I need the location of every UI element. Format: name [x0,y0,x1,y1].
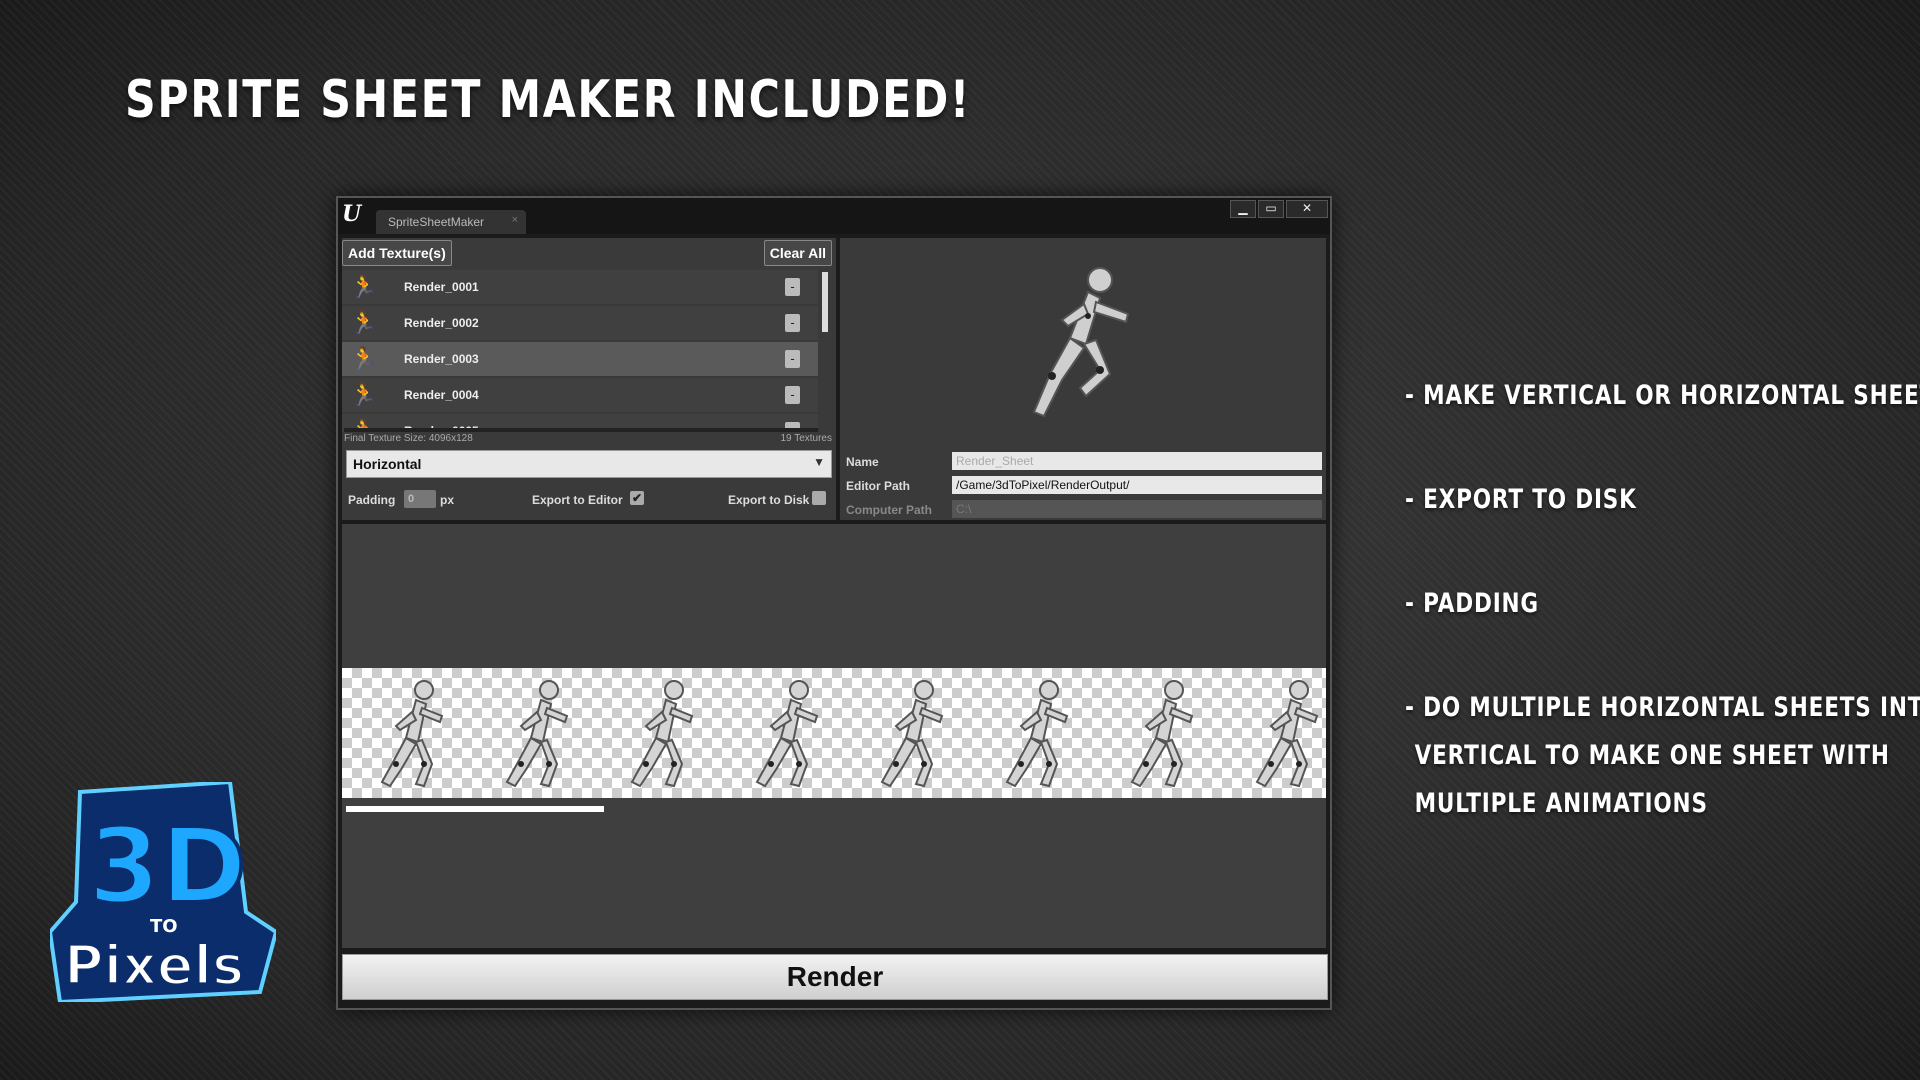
sprite-frame [881,680,943,787]
feature-list: - Make vertical or horizontal sheet - Ex… [1405,372,1920,884]
close-icon[interactable]: × [512,214,518,226]
sprite-sheet-maker-window: U SpriteSheetMaker × ▁ ▭ ✕ Add Texture(s… [336,196,1332,1010]
list-divider [344,428,818,432]
runner-thumbnail-icon: 🏃 [350,310,378,335]
sprite-frame [1131,680,1193,787]
feature-text: - Export to disk [1405,484,1637,515]
runner-thumbnail-icon: 🏃 [350,346,378,371]
feature-item: - Make vertical or horizontal sheet [1405,372,1920,420]
unreal-logo-icon: U [342,201,362,227]
runner-thumbnail-icon: 🏃 [350,274,378,299]
padding-label: Padding [348,493,396,507]
editor-path-field[interactable]: /Game/3dToPixel/RenderOutput/ [952,476,1322,494]
name-label: Name [846,455,879,469]
name-field-row: Name Render_Sheet [840,450,1326,474]
texture-name: Render_0004 [404,388,479,402]
minimize-button[interactable]: ▁ [1230,200,1256,218]
tab-spritesheetmaker[interactable]: SpriteSheetMaker × [376,210,526,234]
texture-count: 19 Textures [780,433,832,444]
sprite-preview [840,238,1326,446]
export-editor-label: Export to Editor [532,493,623,507]
3d-to-pixels-logo: 3D TO Pixels [50,782,276,1002]
feature-item: - Padding [1405,580,1789,628]
texture-list: 🏃 Render_0001 - 🏃 Render_0002 - 🏃 Render… [342,270,818,432]
title-bar[interactable]: U SpriteSheetMaker × ▁ ▭ ✕ [338,198,1330,234]
maximize-button[interactable]: ▭ [1258,200,1284,218]
list-scrollbar[interactable] [822,272,828,332]
sheet-output-area [342,524,1326,948]
feature-item: - Do multiple horizontal sheets into ver… [1405,684,1920,828]
sprite-frame [381,680,443,787]
remove-button[interactable]: - [785,278,800,296]
feature-text: - Do multiple horizontal sheets into [1405,692,1920,723]
texture-name: Render_0001 [404,280,479,294]
feature-text: - Padding [1405,588,1539,619]
list-item[interactable]: 🏃 Render_0004 - [342,378,818,412]
sprite-frame [1256,680,1318,787]
runner-thumbnail-icon: 🏃 [350,382,378,407]
export-editor-checkbox[interactable]: ✔ [630,491,644,505]
chevron-down-icon: ▼ [813,455,825,469]
remove-button[interactable]: - [785,386,800,404]
texture-name: Render_0003 [404,352,479,366]
output-fields: Name Render_Sheet Editor Path /Game/3dTo… [840,450,1326,522]
orientation-value: Horizontal [353,456,422,472]
running-character-image [1032,267,1130,418]
feature-text-continued: multiple animations [1414,788,1708,819]
sprite-frame [631,680,693,787]
window-controls: ▁ ▭ ✕ [1230,200,1328,218]
logo-pixels-text: Pixels [64,934,244,997]
remove-button[interactable]: - [785,314,800,332]
orientation-select[interactable]: Horizontal ▼ [346,450,832,478]
name-field[interactable]: Render_Sheet [952,452,1322,470]
list-item[interactable]: 🏃 Render_0002 - [342,306,818,340]
list-item-selected[interactable]: 🏃 Render_0003 - [342,342,818,376]
feature-text-continued: vertical to make one sheet with [1414,740,1890,771]
export-disk-checkbox[interactable] [812,491,826,505]
remove-button[interactable]: - [785,350,800,368]
texture-panel: Add Texture(s) Clear All 🏃 Render_0001 -… [342,238,836,520]
computer-path-row: Computer Path C:\ [840,498,1326,522]
feature-item: - Export to disk [1405,476,1789,524]
texture-name: Render_0002 [404,316,479,330]
add-textures-button[interactable]: Add Texture(s) [342,240,452,266]
padding-input[interactable]: 0 [404,490,436,508]
page-headline: Sprite Sheet Maker Included! [125,70,971,130]
computer-path-field[interactable]: C:\ [952,500,1322,518]
computer-path-label: Computer Path [846,503,933,517]
editor-path-label: Editor Path [846,479,911,493]
clear-all-button[interactable]: Clear All [763,240,832,266]
close-window-button[interactable]: ✕ [1286,200,1328,218]
final-texture-size: Final Texture Size: 4096x128 [344,433,473,444]
render-button[interactable]: Render [342,954,1328,1000]
editor-path-row: Editor Path /Game/3dToPixel/RenderOutput… [840,474,1326,498]
logo-3d-text: 3D [88,805,247,927]
feature-text: - Make vertical or horizontal sheet [1405,380,1920,411]
sprite-frame [506,680,568,787]
tab-label: SpriteSheetMaker [388,215,485,229]
sprite-sheet-strip [342,668,1326,798]
sprite-frame [756,680,818,787]
export-disk-label: Export to Disk [728,493,810,507]
preview-panel: Name Render_Sheet Editor Path /Game/3dTo… [840,238,1326,520]
padding-unit: px [440,493,455,507]
list-item[interactable]: 🏃 Render_0001 - [342,270,818,304]
options-row: Padding 0 px Export to Editor ✔ Export t… [342,488,836,512]
strip-scrollbar[interactable] [346,806,604,812]
sprite-frame [1006,680,1068,787]
